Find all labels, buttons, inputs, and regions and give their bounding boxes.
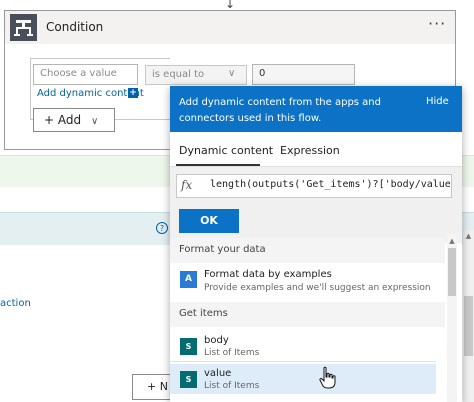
fx-icon: fx [181,178,193,192]
chevron-down-icon: ∨ [90,116,99,127]
section-title-format: Format your data [179,244,266,255]
tab-dynamic-content[interactable]: Dynamic content [179,144,273,157]
panel-scrollbar-thumb[interactable] [448,248,456,296]
new-step-button[interactable]: + N [132,374,172,400]
dynamic-item-description: List of Items [204,348,260,358]
hide-button[interactable]: Hide [426,96,449,107]
add-dynamic-plus-icon[interactable]: + [128,88,138,98]
ok-button[interactable]: OK [179,209,239,233]
add-action-link[interactable]: action [0,298,31,309]
panel-header-text: Add dynamic content from the apps and co… [179,97,381,124]
scroll-up-icon[interactable]: ▲ [463,230,474,242]
dynamic-item-title[interactable]: value [204,368,231,379]
dynamic-item-title[interactable]: body [204,335,229,346]
sharepoint-icon: S [180,338,197,355]
expression-text[interactable]: length(outputs('Get_items')?['body/value… [210,179,450,190]
tab-expression[interactable]: Expression [280,144,340,157]
format-data-icon: A [180,271,197,288]
add-button-label: + Add [44,113,82,127]
hand-cursor-icon [318,366,338,390]
chevron-down-icon: ∨ [228,68,236,79]
format-data-description: Provide examples and we'll suggest an ex… [204,283,431,293]
branch-header [0,212,170,245]
canvas-scrollbar-thumb[interactable] [464,296,473,356]
condition-title: Condition [46,20,104,34]
add-button[interactable]: + Add ∨ [33,108,115,132]
section-title-get-items: Get items [179,308,228,319]
dynamic-item-description: List of Items [204,381,260,391]
choose-value-input[interactable]: Choose a value [33,64,138,85]
condition-icon [10,14,37,41]
sharepoint-icon: S [180,371,197,388]
format-data-by-examples-item[interactable]: Format data by examples [204,269,332,280]
if-yes-branch-header [0,155,170,187]
help-icon[interactable]: ? [156,222,168,234]
dynamic-content-panel: Add dynamic content from the apps and co… [170,86,462,402]
more-options-icon[interactable]: ··· [428,14,446,33]
right-value-input[interactable]: 0 [252,64,355,85]
scroll-up-icon[interactable]: ▲ [447,236,457,246]
